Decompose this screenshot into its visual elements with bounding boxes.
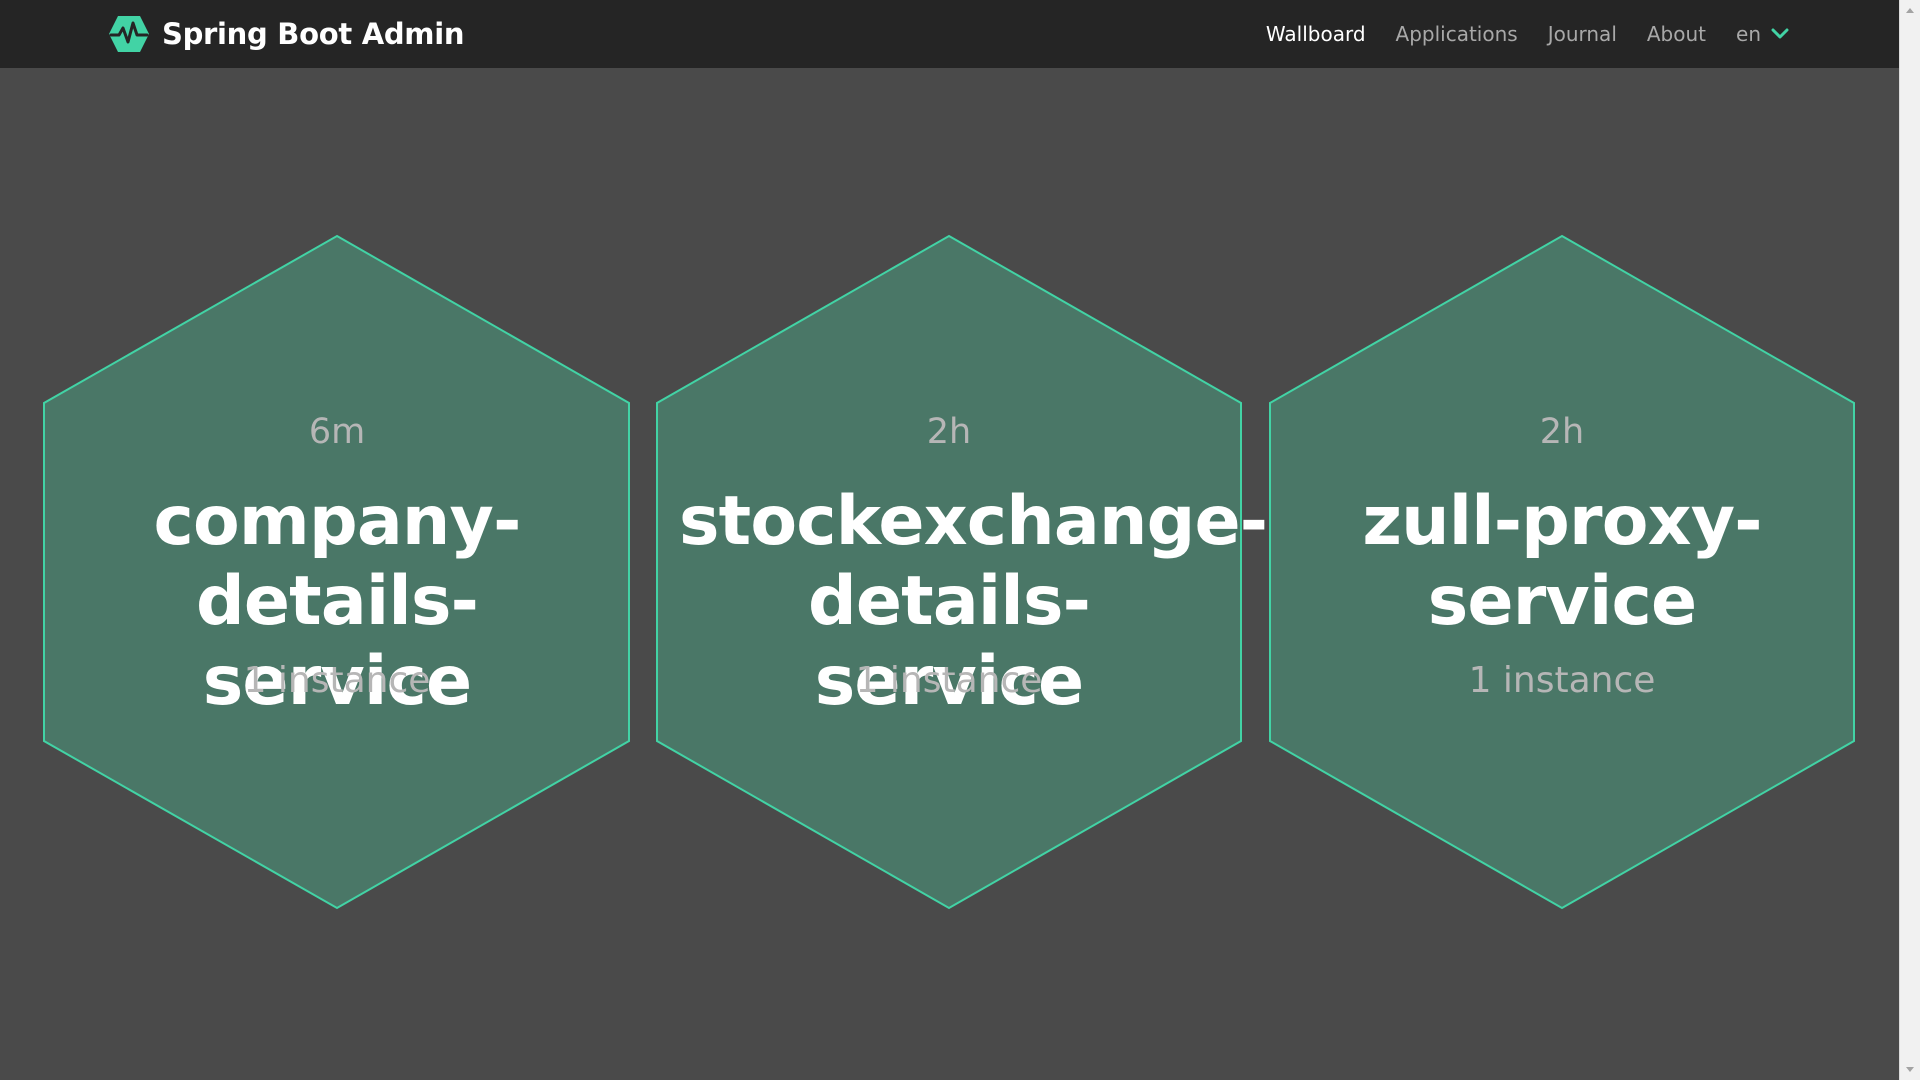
brand[interactable]: Spring Boot Admin bbox=[108, 14, 465, 54]
language-selector[interactable]: en bbox=[1736, 22, 1789, 46]
top-navbar: Spring Boot Admin Wallboard Applications… bbox=[0, 0, 1899, 68]
application-instance-count: 1 instance bbox=[855, 660, 1043, 701]
application-name: zull-proxy- service bbox=[1292, 482, 1832, 642]
application-instance-count: 1 instance bbox=[243, 660, 431, 701]
wallboard: 6m company- details-service 1 instance 2… bbox=[0, 68, 1899, 1080]
spring-boot-admin-page: Spring Boot Admin Wallboard Applications… bbox=[0, 0, 1920, 1080]
nav-about[interactable]: About bbox=[1647, 22, 1706, 46]
scroll-down-icon[interactable] bbox=[1906, 1067, 1914, 1072]
heartbeat-hexagon-icon bbox=[109, 16, 149, 52]
nav-wallboard[interactable]: Wallboard bbox=[1266, 22, 1366, 46]
application-age: 2h bbox=[1539, 412, 1585, 452]
application-name-line: company- bbox=[153, 482, 521, 561]
application-name-line: service bbox=[1427, 562, 1697, 641]
nav-journal[interactable]: Journal bbox=[1548, 22, 1617, 46]
application-name-line: stockexchange- bbox=[679, 482, 1268, 561]
scroll-up-icon[interactable] bbox=[1906, 8, 1914, 13]
chevron-down-icon bbox=[1771, 28, 1789, 39]
nav-applications[interactable]: Applications bbox=[1396, 22, 1518, 46]
app-title: Spring Boot Admin bbox=[162, 17, 465, 51]
main-navigation: Wallboard Applications Journal About en bbox=[1266, 0, 1789, 68]
application-instance-count: 1 instance bbox=[1468, 660, 1656, 701]
application-name-line: zull-proxy- bbox=[1362, 482, 1762, 561]
vertical-scrollbar[interactable] bbox=[1899, 0, 1920, 1080]
application-age: 6m bbox=[308, 412, 366, 452]
application-age: 2h bbox=[926, 412, 972, 452]
language-label: en bbox=[1736, 22, 1761, 46]
